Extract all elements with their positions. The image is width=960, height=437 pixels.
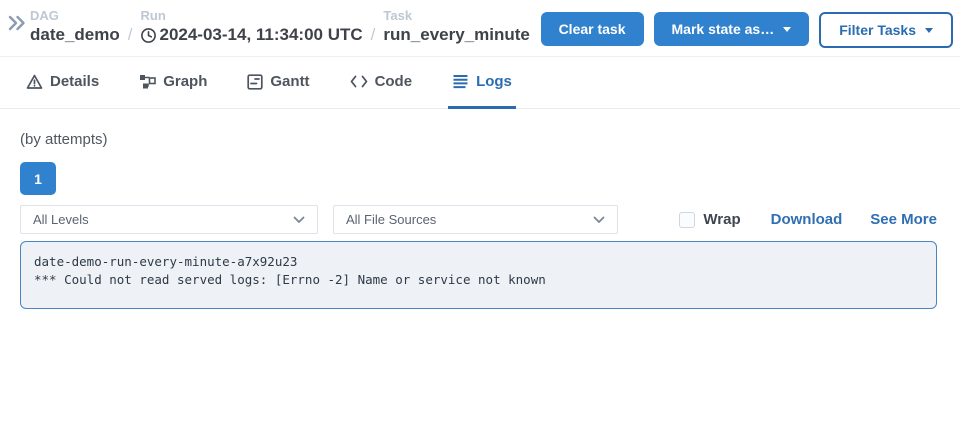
gantt-chart-icon bbox=[247, 74, 263, 90]
file-source-select[interactable]: All File Sources bbox=[333, 205, 618, 234]
download-link[interactable]: Download bbox=[771, 211, 843, 228]
code-brackets-icon bbox=[350, 74, 368, 89]
wrap-label[interactable]: Wrap bbox=[703, 211, 740, 228]
header-actions: Clear task Mark state as… Filter Tasks bbox=[541, 8, 953, 48]
tab-gantt[interactable]: Gantt bbox=[243, 57, 313, 109]
log-lines-icon bbox=[452, 74, 469, 89]
clear-task-label: Clear task bbox=[559, 21, 626, 37]
chevron-down-icon bbox=[293, 212, 305, 227]
clear-task-button[interactable]: Clear task bbox=[541, 12, 644, 46]
tab-logs-label: Logs bbox=[476, 73, 512, 90]
log-level-selected-value: All Levels bbox=[33, 212, 293, 227]
tab-logs[interactable]: Logs bbox=[448, 57, 516, 109]
run-label: Run bbox=[140, 8, 362, 23]
tab-graph[interactable]: Graph bbox=[135, 57, 211, 109]
graph-nodes-icon bbox=[139, 74, 156, 90]
clock-icon bbox=[140, 27, 157, 44]
chevron-down-icon bbox=[593, 212, 605, 227]
tab-details[interactable]: Details bbox=[22, 57, 103, 109]
caret-down-icon bbox=[783, 27, 791, 32]
breadcrumb-separator: / bbox=[128, 23, 133, 47]
by-attempts-label: (by attempts) bbox=[20, 131, 937, 149]
wrap-checkbox[interactable] bbox=[679, 212, 695, 228]
dag-name[interactable]: date_demo bbox=[30, 23, 120, 47]
breadcrumb-separator: / bbox=[371, 23, 376, 47]
task-label: Task bbox=[383, 8, 529, 23]
mark-state-as-button[interactable]: Mark state as… bbox=[654, 12, 810, 46]
log-actions: Wrap Download See More bbox=[679, 211, 937, 228]
log-output-box[interactable]: date-demo-run-every-minute-a7x92u23 *** … bbox=[20, 241, 937, 309]
file-source-selected-value: All File Sources bbox=[346, 212, 593, 227]
warning-triangle-icon bbox=[26, 74, 43, 90]
tab-code[interactable]: Code bbox=[346, 57, 417, 109]
mark-state-as-label: Mark state as… bbox=[672, 21, 775, 37]
tab-graph-label: Graph bbox=[163, 73, 207, 90]
tab-details-label: Details bbox=[50, 73, 99, 90]
run-value[interactable]: 2024-03-14, 11:34:00 UTC bbox=[140, 23, 362, 47]
tab-bar: Details Graph Gantt bbox=[0, 57, 960, 109]
log-filter-row: All Levels All File Sources Wrap Downloa… bbox=[20, 205, 937, 234]
task-name[interactable]: run_every_minute bbox=[383, 23, 529, 47]
attempt-1-button[interactable]: 1 bbox=[20, 162, 56, 195]
filter-tasks-label: Filter Tasks bbox=[839, 22, 916, 38]
filter-tasks-button[interactable]: Filter Tasks bbox=[819, 12, 953, 48]
caret-down-icon bbox=[925, 28, 933, 33]
breadcrumb: DAG date_demo / Run 2024-03-14, 11:34:00… bbox=[30, 8, 530, 47]
tab-gantt-label: Gantt bbox=[270, 73, 309, 90]
logs-panel: (by attempts) 1 All Levels All File Sour… bbox=[0, 109, 960, 309]
double-chevron-right-icon[interactable] bbox=[6, 12, 28, 34]
task-instance-header: DAG date_demo / Run 2024-03-14, 11:34:00… bbox=[0, 0, 960, 57]
breadcrumb-task[interactable]: Task run_every_minute bbox=[383, 8, 529, 47]
log-line: *** Could not read served logs: [Errno -… bbox=[34, 271, 923, 289]
log-level-select[interactable]: All Levels bbox=[20, 205, 318, 234]
breadcrumb-dag[interactable]: DAG date_demo bbox=[30, 8, 120, 47]
see-more-link[interactable]: See More bbox=[870, 211, 937, 228]
tab-code-label: Code bbox=[375, 73, 413, 90]
run-timestamp: 2024-03-14, 11:34:00 UTC bbox=[159, 23, 362, 47]
breadcrumb-run[interactable]: Run 2024-03-14, 11:34:00 UTC bbox=[140, 8, 362, 47]
dag-label: DAG bbox=[30, 8, 120, 23]
log-line: date-demo-run-every-minute-a7x92u23 bbox=[34, 253, 923, 271]
